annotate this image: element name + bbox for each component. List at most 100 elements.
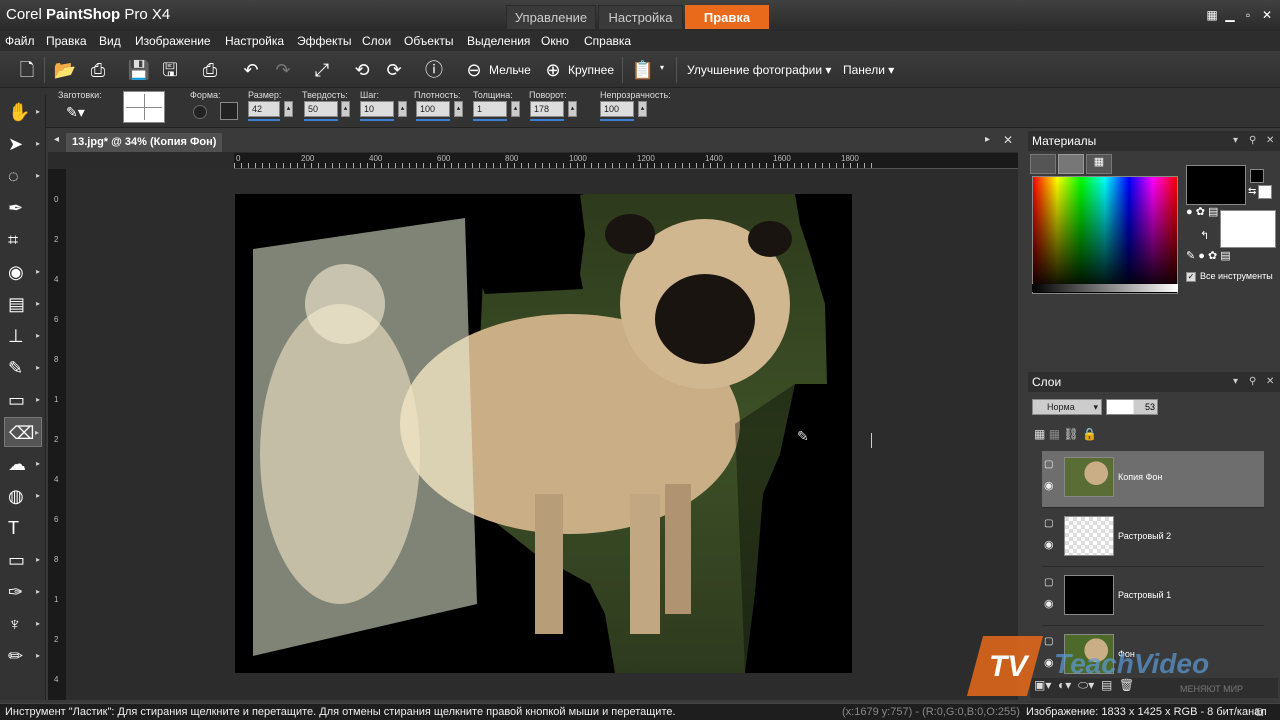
shape-round-icon[interactable] — [193, 105, 207, 119]
adjust-layer-icon[interactable]: ◐▾ — [1058, 678, 1071, 692]
layer-lock-icon[interactable]: ▢ — [1044, 577, 1053, 588]
minimize-icon[interactable]: ▁ — [1221, 7, 1239, 23]
menu-view[interactable]: Вид — [99, 34, 121, 48]
opacity-input[interactable]: 100 — [600, 101, 634, 121]
swatches-tab-icon[interactable]: ▦ — [1086, 154, 1112, 174]
menu-objects[interactable]: Объекты — [404, 34, 454, 48]
close-icon[interactable]: ✕ — [1258, 7, 1276, 23]
clone-tool-icon[interactable]: ⊥ ▸ — [4, 321, 42, 351]
visibility-eye-icon[interactable]: ◉ — [1044, 656, 1054, 669]
rainbow-tab-icon[interactable] — [1058, 154, 1084, 174]
layer-row[interactable]: ▢ ◉ Растровый 2 — [1042, 510, 1264, 567]
document-image[interactable] — [235, 194, 852, 673]
close-document-icon[interactable]: ✕ — [1003, 133, 1013, 147]
step-spin-icon[interactable]: ▴ — [398, 101, 407, 117]
size-spin-icon[interactable]: ▴ — [284, 101, 293, 117]
tab-edit[interactable]: Правка — [685, 5, 769, 29]
menu-image[interactable]: Изображение — [135, 34, 211, 48]
dropper-tool-icon[interactable]: ✒ — [4, 193, 42, 223]
layers-pin-icon[interactable]: ⚲ — [1249, 372, 1256, 392]
new-file-icon[interactable]: 🗋 — [14, 57, 40, 83]
lasso-tool-icon[interactable]: ◌ ▸ — [4, 161, 42, 191]
zoom-out-icon[interactable]: ⊖ — [461, 57, 487, 83]
new-mask-icon[interactable]: ▦ — [1049, 427, 1060, 441]
maximize-icon[interactable]: ▫ — [1239, 7, 1257, 23]
script-dropdown-icon[interactable]: ▾ — [660, 63, 664, 72]
menu-selections[interactable]: Выделения — [467, 34, 530, 48]
menu-help[interactable]: Справка — [584, 34, 631, 48]
zoom-out-label[interactable]: Мельче — [489, 63, 531, 77]
script-icon[interactable]: 📋 — [630, 57, 656, 83]
pan-tool-icon[interactable]: ✋ ▸ — [4, 97, 42, 127]
save-icon[interactable]: 💾 — [126, 57, 152, 83]
menu-window[interactable]: Окно — [541, 34, 569, 48]
eraser-tool-icon[interactable]: ⌫ ▸ — [4, 417, 42, 447]
warp-brush-icon[interactable]: ♆ ▸ — [4, 609, 42, 639]
density-input[interactable]: 100 — [416, 101, 450, 121]
text-tool-icon[interactable]: T — [4, 513, 42, 543]
fg-small-swatch[interactable] — [1250, 169, 1264, 183]
makeover-tool-icon[interactable]: ▤ ▸ — [4, 289, 42, 319]
tab-scroll-right-icon[interactable]: ▸ — [985, 134, 990, 145]
grayscale-strip[interactable] — [1032, 284, 1178, 292]
picture-tube-icon[interactable]: ▭ ▸ — [4, 385, 42, 415]
eraser-preset-icon[interactable]: ✎▾ — [66, 104, 85, 121]
pick-tool-icon[interactable]: ➤ ▸ — [4, 129, 42, 159]
menu-layers[interactable]: Слои — [362, 34, 391, 48]
crop-tool-icon[interactable]: ⌗ — [4, 225, 42, 255]
fg-style-icon[interactable]: ● ✿ ▤ — [1186, 205, 1218, 218]
size-input[interactable]: 42 — [248, 101, 280, 121]
all-tools-checkbox[interactable]: ✓ — [1186, 272, 1196, 282]
layer-row[interactable]: ▢ ◉ Копия Фон — [1042, 451, 1264, 508]
menu-file[interactable]: Файл — [5, 34, 35, 48]
pin-icon[interactable]: ⚲ — [1249, 131, 1256, 151]
shape-square-icon[interactable] — [220, 102, 238, 120]
layer-lock-icon[interactable]: ▢ — [1044, 636, 1053, 647]
workspace-grid-icon[interactable]: ▦ — [1203, 7, 1221, 23]
menu-effects[interactable]: Эффекты — [297, 34, 352, 48]
density-spin-icon[interactable]: ▴ — [454, 101, 463, 117]
opacity-spin-icon[interactable]: ▴ — [638, 101, 647, 117]
panels-menu[interactable]: Панели ▾ — [843, 63, 894, 77]
print-icon[interactable]: ⎙ — [197, 57, 223, 83]
bg-small-swatch[interactable] — [1258, 185, 1272, 199]
zoom-in-label[interactable]: Крупнее — [568, 63, 614, 77]
rotation-spin-icon[interactable]: ▴ — [568, 101, 577, 117]
visibility-eye-icon[interactable]: ◉ — [1044, 538, 1054, 551]
delete-layer-icon[interactable]: 🗑 — [1119, 678, 1134, 692]
link-icon[interactable]: ⛓ — [1063, 427, 1078, 441]
redo-icon[interactable]: ↷ — [270, 57, 296, 83]
panel-menu-icon[interactable]: ▾ — [1233, 131, 1238, 151]
open-icon[interactable]: 📂 — [52, 57, 78, 83]
lock-icon[interactable]: 🔒 — [1082, 427, 1097, 441]
scan-icon[interactable]: ⎙ — [85, 57, 111, 83]
color-picker[interactable] — [1032, 176, 1178, 294]
layers-close-icon[interactable]: ✕ — [1266, 372, 1274, 392]
redeye-tool-icon[interactable]: ◉ ▸ — [4, 257, 42, 287]
close-panel-icon[interactable]: ✕ — [1266, 131, 1274, 151]
layers-menu-icon[interactable]: ▾ — [1233, 372, 1238, 392]
tab-scroll-left-icon[interactable]: ◂ — [54, 134, 59, 145]
save-as-icon[interactable]: 🖫 — [157, 57, 183, 83]
layer-lock-icon[interactable]: ▢ — [1044, 518, 1053, 529]
swap-colors-icon[interactable]: ⇆ — [1248, 186, 1256, 197]
frame-tab-icon[interactable] — [1030, 154, 1056, 174]
mask-icon[interactable]: ⬭▾ — [1078, 678, 1094, 692]
zoom-in-icon[interactable]: ⊕ — [540, 57, 566, 83]
pen-tool-icon[interactable]: ✑ ▸ — [4, 577, 42, 607]
new-layer-icon[interactable]: ▣▾ — [1034, 678, 1051, 692]
group-icon[interactable]: ▤ — [1101, 678, 1112, 692]
menu-adjust[interactable]: Настройка — [225, 34, 284, 48]
foreground-swatch[interactable] — [1186, 165, 1246, 205]
bg-style-icon[interactable]: ✎ ● ✿ ▤ — [1186, 249, 1231, 262]
swap-materials-icon[interactable]: ↰ — [1200, 229, 1209, 242]
layer-row[interactable]: ▢ ◉ Растровый 1 — [1042, 569, 1264, 626]
hardness-spin-icon[interactable]: ▴ — [341, 101, 350, 117]
paintbrush-tool-icon[interactable]: ✎ ▸ — [4, 353, 42, 383]
art-tool-icon[interactable]: ✏ ▸ — [4, 641, 42, 671]
visibility-eye-icon[interactable]: ◉ — [1044, 597, 1054, 610]
hardness-input[interactable]: 50 — [304, 101, 338, 121]
background-swatch[interactable] — [1220, 210, 1276, 248]
step-input[interactable]: 10 — [360, 101, 394, 121]
fill-tool-icon[interactable]: ◍ ▸ — [4, 481, 42, 511]
